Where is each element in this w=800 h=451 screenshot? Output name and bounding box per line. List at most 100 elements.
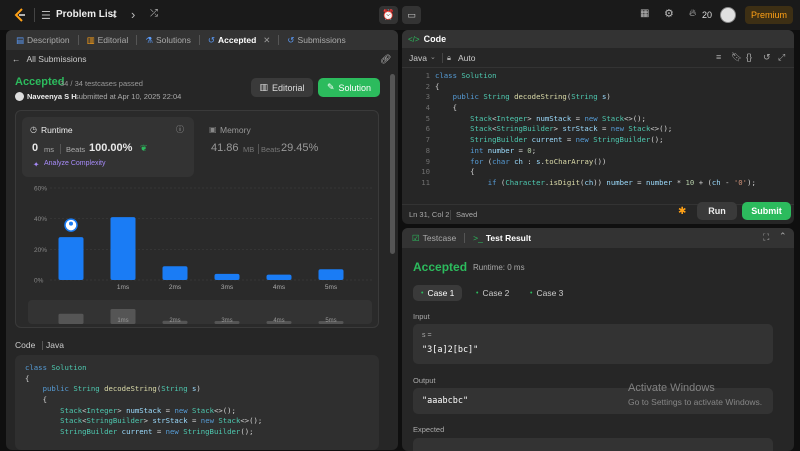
x-tick-label: 5ms [325,284,338,291]
expected-box[interactable] [413,438,773,451]
notes-button[interactable]: ▭ [402,6,421,24]
case-1-tab[interactable]: • Case 1 [413,285,463,301]
premium-button[interactable]: Premium [745,6,793,24]
prev-problem-icon[interactable]: ‹ [112,7,116,22]
code-tabbar: </> Code [402,30,794,48]
code-line: 8 int number = 0; [402,146,794,157]
solution-button[interactable]: ✎ Solution [318,78,380,97]
code-line: StringBuilder current = new StringBuilde… [60,427,254,437]
list-icon[interactable]: ☰ [41,9,51,22]
code-label: Code [15,340,36,350]
line-number: 11 [421,177,430,187]
tab-test-result[interactable]: >_ Test Result [469,233,535,243]
code-tab[interactable]: Code [424,34,447,44]
submit-button[interactable]: Submit [742,202,791,220]
maximize-icon[interactable]: ⛶ [763,232,769,243]
braces-icon[interactable]: {} [746,52,752,62]
expected-label: Expected [413,425,445,434]
avatar[interactable] [720,7,736,23]
auto-mode[interactable]: Auto [458,53,476,63]
memory-card[interactable]: ▣ Memory 41.86 MB Beats 29.45% [202,117,374,177]
code-line: 10 { [402,167,794,178]
output-value: "aaabcbc" [422,396,469,406]
overview-tick-label: 2ms [169,318,180,324]
tab-accepted[interactable]: ↺ Accepted ✕ [204,35,275,46]
timer-button[interactable]: ⏰ [379,6,398,24]
back-link[interactable]: ← All Submissions [12,54,87,64]
x-tick-label: 3ms [221,284,234,291]
user-avatar[interactable] [15,92,24,101]
editorial-button[interactable]: ▥ Editorial [251,78,313,97]
scrollbar[interactable] [390,74,395,254]
arrow-left-icon: ← [12,54,21,64]
chart-bar [162,266,188,280]
analyze-complexity-link[interactable]: Analyze Complexity [44,160,105,167]
runtime-card[interactable]: ◷ Runtime ⓘ 0 ms Beats 100.00% ❦ ✦ Analy… [22,117,194,177]
top-navbar: ☰ Problem List ‹ › ⤮ ⏰ ▭ ▦ ⚙ 🔥︎ 20 Premi… [0,0,800,30]
debug-bug-icon[interactable]: ✱ [678,206,686,217]
align-icon[interactable]: ≡ [716,52,721,62]
memory-label: Memory [220,125,251,135]
x-tick-label: 4ms [273,284,286,291]
editor-toolbar: Java ⌄ 🔒︎ Auto ≡ 🔖︎ {} ↺ ⤢ [402,48,794,68]
tab-solutions[interactable]: ⚗ Solutions [141,35,195,46]
tab-testcase[interactable]: ☑ Testcase [408,233,460,244]
code-line: 7 StringBuilder current = new StringBuil… [402,135,794,146]
input-value: "3[a]2[bc]" [422,345,479,355]
code-line: { [25,395,47,405]
testcases-passed: 34 / 34 testcases passed [60,79,143,88]
code-editor-panel: </> Code Java ⌄ 🔒︎ Auto ≡ 🔖︎ {} ↺ ⤢ 1 cla… [402,30,794,224]
input-box[interactable]: s = "3[a]2[bc]" [413,324,773,364]
test-result-panel: ☑ Testcase >_ Test Result ⛶ ⌃ Accepted Run… [402,228,794,451]
x-tick-label: 2ms [169,284,182,291]
close-icon[interactable]: ✕ [263,35,270,46]
code-line: 4 { [402,103,794,114]
left-panel: ▤ Description ▥ Editorial ⚗ Solutions ↺ Acce… [6,30,398,450]
tab-editorial[interactable]: ▥ Editorial [83,35,133,46]
result-runtime: Runtime: 0 ms [473,263,525,272]
tab-submissions[interactable]: ↺ Submissions [283,35,349,46]
description-icon: ▤ [16,34,25,45]
expand-icon[interactable]: ⤢ [778,52,785,63]
code-line: { [25,373,30,383]
streak-fire-icon[interactable]: 🔥︎ [689,8,696,19]
submitted-code-block[interactable]: class Solution{ public String decodeStri… [15,355,379,450]
bookmark-icon[interactable]: 🔖︎ [731,52,742,63]
alarm-icon: ⏰ [382,9,395,21]
run-button[interactable]: Run [697,202,737,220]
chart-bar [214,273,240,280]
editor-code[interactable]: 1 class Solution 2{3 public String decodeS… [402,71,794,192]
memory-chip-icon: ▣ [209,125,217,134]
submitted-time: submitted at Apr 10, 2025 22:04 [75,92,182,101]
chart-bar [110,217,136,280]
tab-description[interactable]: ▤ Description [12,35,74,46]
runtime-distribution-chart[interactable]: 60% 40% 20% 0% 1ms 2ms 3ms 4ms 5ms 1ms 2ms 3ms 4ms 5m… [20,180,372,330]
info-icon[interactable]: ⓘ [176,124,184,135]
history-icon: ↺ [207,34,216,45]
code-brackets-icon: </> [408,34,420,44]
case-2-tab[interactable]: • Case 2 [468,285,517,301]
code-line: 5 Stack<Integer> numStack = new Stack<>(… [402,114,794,125]
line-number: 10 [421,167,430,177]
share-link-icon[interactable]: 🔗︎ [380,54,391,65]
language-select[interactable]: Java [409,53,427,63]
edit-icon: ✎ [326,82,335,92]
problem-list-link[interactable]: Problem List [56,9,117,20]
line-number: 2 [425,81,430,91]
leetcode-logo[interactable] [12,7,28,23]
settings-gear-icon[interactable]: ⚙ [664,7,674,20]
runtime-beats: 100.00% [89,142,133,154]
lock-icon: 🔒︎ [447,53,451,62]
collapse-icon[interactable]: ⌃ [779,231,787,242]
user-name[interactable]: Naveenya S H [27,92,77,101]
layout-icon[interactable]: ▦ [640,8,649,19]
activate-windows-subtitle: Go to Settings to activate Windows. [628,397,763,407]
shuffle-icon[interactable]: ⤮ [150,8,158,19]
overview-tick-label: 5ms [325,318,336,324]
case-3-tab[interactable]: • Case 3 [522,285,571,301]
code-line: 6 Stack<StringBuilder> strStack = new St… [402,124,794,135]
next-problem-icon[interactable]: › [131,7,135,22]
reset-icon[interactable]: ↺ [763,52,771,63]
line-number: 1 [425,71,430,80]
output-label: Output [413,376,436,385]
